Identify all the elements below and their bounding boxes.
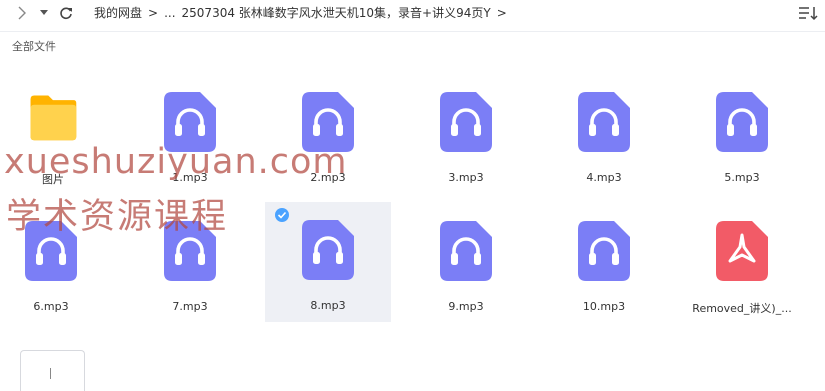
file-item[interactable]: Removed_讲义)_... (679, 203, 805, 323)
breadcrumb-current[interactable]: 2507304 张林峰数字风水泄天机10集，录音+讲义94页Y (182, 4, 491, 21)
caret-down-icon[interactable] (34, 3, 54, 23)
breadcrumb-separator: > (148, 5, 159, 20)
file-item[interactable]: 7.mp3 (127, 203, 253, 323)
breadcrumb-root[interactable]: 我的网盘 (94, 4, 142, 21)
audio-file-icon (440, 221, 492, 281)
file-name: 2.mp3 (310, 171, 346, 184)
file-item[interactable]: 6.mp3 (0, 203, 114, 323)
file-name: 图片 (42, 173, 64, 186)
folder-icon (30, 95, 77, 141)
file-item[interactable]: 3.mp3 (403, 74, 529, 194)
audio-file-icon (164, 92, 216, 152)
audio-file-icon (302, 220, 354, 280)
file-item[interactable]: 10.mp3 (541, 203, 667, 323)
file-item[interactable]: 1.mp3 (127, 74, 253, 194)
refresh-icon[interactable] (56, 3, 76, 23)
file-item[interactable]: 5.mp3 (679, 74, 805, 194)
check-circle-icon[interactable] (275, 208, 289, 222)
plus-icon (50, 368, 51, 379)
pdf-file-icon (716, 221, 768, 281)
audio-file-icon (440, 92, 492, 152)
file-item[interactable]: 9.mp3 (403, 203, 529, 323)
file-name: Removed_讲义)_... (692, 302, 792, 315)
file-name: 9.mp3 (448, 300, 484, 313)
audio-file-icon (578, 221, 630, 281)
file-item[interactable]: 4.mp3 (541, 74, 667, 194)
file-item[interactable]: 图片 (0, 74, 126, 194)
file-item-selected[interactable]: 8.mp3 (265, 202, 391, 322)
file-name: 4.mp3 (586, 171, 622, 184)
file-name: 3.mp3 (448, 171, 484, 184)
file-name: 5.mp3 (724, 171, 760, 184)
add-file-button[interactable] (20, 350, 85, 391)
file-name: 8.mp3 (310, 299, 346, 312)
file-name: 6.mp3 (33, 300, 69, 313)
file-name: 7.mp3 (172, 300, 208, 313)
audio-file-icon (578, 92, 630, 152)
audio-file-icon (164, 221, 216, 281)
all-files-label: 全部文件 (12, 40, 56, 53)
divider (0, 31, 825, 32)
breadcrumb: 我的网盘 > ... 2507304 张林峰数字风水泄天机10集，录音+讲义94… (94, 4, 513, 21)
file-name: 10.mp3 (582, 300, 626, 313)
chevron-right-icon[interactable] (12, 3, 32, 23)
sort-icon[interactable] (797, 4, 819, 22)
toolbar: 我的网盘 > ... 2507304 张林峰数字风水泄天机10集，录音+讲义94… (0, 0, 825, 26)
audio-file-icon (302, 92, 354, 152)
breadcrumb-separator: > (496, 5, 507, 20)
file-name: 1.mp3 (172, 171, 208, 184)
file-item[interactable]: 2.mp3 (265, 74, 391, 194)
audio-file-icon (716, 92, 768, 152)
breadcrumb-ellipsis[interactable]: ... (164, 6, 175, 20)
audio-file-icon (25, 221, 77, 281)
